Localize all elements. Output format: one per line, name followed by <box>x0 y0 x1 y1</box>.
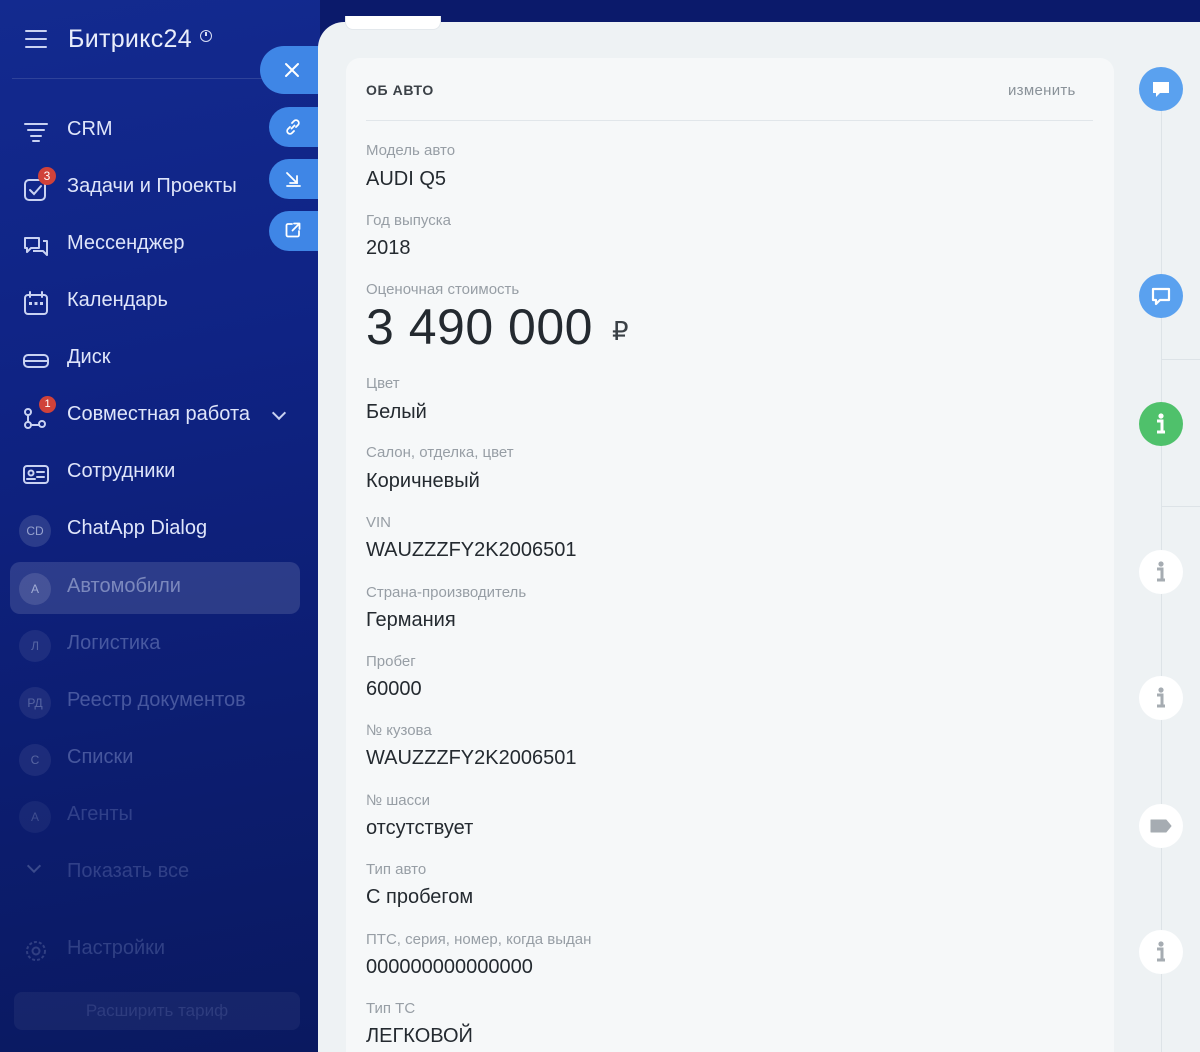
timeline-chat-icon[interactable] <box>1139 274 1183 318</box>
external-link-icon <box>285 222 301 238</box>
field-value-pts: 000000000000000 <box>366 956 533 978</box>
timeline-divider <box>1162 359 1200 360</box>
sidebar-item-calendar[interactable]: Календарь <box>10 276 300 328</box>
open-new-window-button[interactable] <box>269 211 322 251</box>
sidebar-item-collaboration[interactable]: 1 Совместная работа <box>10 390 300 442</box>
sidebar-item-label: Автомобили <box>67 575 181 597</box>
field-value-country: Германия <box>366 609 456 631</box>
timeline-comment-icon[interactable] <box>1139 67 1183 111</box>
sidebar-item-settings[interactable]: Настройки <box>10 924 300 976</box>
sidebar-item-label: Диск <box>67 346 111 368</box>
sidebar-show-all[interactable]: Показать все <box>10 847 300 899</box>
sidebar-item-employees[interactable]: Сотрудники <box>10 447 300 499</box>
gear-icon <box>26 941 46 961</box>
sidebar-item-label: Задачи и Проекты <box>67 175 237 197</box>
sidebar-item-label: Календарь <box>67 289 168 311</box>
sidebar-item-label: Списки <box>67 746 134 768</box>
field-value-color: Белый <box>366 401 427 423</box>
sidebar-item-label: Логистика <box>67 632 161 654</box>
sidebar-item-label: Реестр документов <box>67 689 246 711</box>
field-value-chassis-number: отсутствует <box>366 817 474 839</box>
link-icon <box>286 119 300 135</box>
tab-stub[interactable] <box>345 16 441 30</box>
sidebar-item-label: Мессенджер <box>67 232 185 254</box>
timeline-info-icon[interactable] <box>1139 550 1183 594</box>
disk-icon <box>23 354 49 368</box>
sidebar-item-disk[interactable]: Диск <box>10 333 300 385</box>
timeline-info-icon[interactable] <box>1139 402 1183 446</box>
field-label-mileage: Пробег <box>366 653 416 670</box>
sidebar-item-agents[interactable]: А Агенты <box>10 790 300 842</box>
sidebar-item-lists[interactable]: С Списки <box>10 733 300 785</box>
sidebar-item-label: ChatApp Dialog <box>67 517 208 539</box>
field-label-year: Год выпуска <box>366 212 451 229</box>
upgrade-plan-button[interactable]: Расширить тариф <box>14 992 300 1030</box>
chevron-down-icon <box>26 858 42 874</box>
brand-logo[interactable]: Битрикс24 <box>68 25 192 54</box>
initials-avatar: А <box>19 801 51 833</box>
clock-icon[interactable] <box>200 30 212 42</box>
field-value-interior: Коричневый <box>366 470 480 492</box>
sidebar-item-label: Показать все <box>67 860 190 882</box>
field-value-vehicle-type: ЛЕГКОВОЙ <box>366 1025 473 1047</box>
card-title: ОБ АВТО <box>366 82 434 98</box>
sidebar-item-label: Агенты <box>67 803 133 825</box>
sidebar-item-label: CRM <box>67 118 113 140</box>
sidebar-item-label: Сотрудники <box>67 460 176 482</box>
sidebar-item-messenger[interactable]: Мессенджер <box>10 219 300 271</box>
field-value-mileage: 60000 <box>366 678 422 700</box>
field-value-model: AUDI Q5 <box>366 168 447 190</box>
initials-avatar: С <box>19 744 51 776</box>
employees-card-icon <box>23 465 49 484</box>
copy-link-button[interactable] <box>269 107 322 147</box>
field-label-model: Модель авто <box>366 142 456 159</box>
messenger-chat-icon <box>24 237 48 256</box>
field-value-body-number: WAUZZZFY2K2006501 <box>366 747 577 769</box>
notification-badge: 1 <box>39 396 56 413</box>
minimize-slider-button[interactable] <box>269 159 322 199</box>
crm-funnel-icon <box>24 123 48 142</box>
sidebar-item-documents-registry[interactable]: РД Реестр документов <box>10 676 300 728</box>
notification-badge: 3 <box>38 167 56 185</box>
sidebar-item-label: Совместная работа <box>67 403 250 425</box>
arrow-down-right-icon <box>286 172 301 187</box>
menu-burger-icon[interactable] <box>25 30 47 48</box>
field-label-vehicle-type: Тип ТС <box>366 1000 416 1017</box>
close-icon <box>285 63 299 77</box>
sidebar-item-crm[interactable]: CRM <box>10 105 300 157</box>
field-label-car-type: Тип авто <box>366 861 427 878</box>
field-label-chassis-number: № шасси <box>366 792 431 809</box>
field-value-year: 2018 <box>366 237 411 259</box>
initials-avatar: РД <box>19 687 51 719</box>
sidebar-item-chatapp-dialog[interactable]: CD ChatApp Dialog <box>10 504 300 556</box>
sidebar-item-label: Настройки <box>67 937 166 959</box>
timeline-tag-icon[interactable] <box>1139 804 1183 848</box>
sidebar-item-cars[interactable]: А Автомобили <box>10 562 300 614</box>
field-label-interior: Салон, отделка, цвет <box>366 444 514 461</box>
timeline-info-icon[interactable] <box>1139 930 1183 974</box>
chevron-down-icon[interactable] <box>271 405 287 421</box>
currency-symbol: ₽ <box>612 316 629 346</box>
field-label-country: Страна-производитель <box>366 584 527 601</box>
left-sidebar: Битрикс24 CRM 3 Задачи и Проекты Мессенд… <box>0 0 320 1052</box>
divider <box>366 120 1093 121</box>
initials-avatar: А <box>19 573 51 605</box>
field-value-vin: WAUZZZFY2K2006501 <box>366 539 577 561</box>
initials-avatar: CD <box>19 515 51 547</box>
field-label-vin: VIN <box>366 514 392 531</box>
timeline-info-icon[interactable] <box>1139 676 1183 720</box>
edit-link[interactable]: изменить <box>1008 82 1076 99</box>
field-label-pts: ПТС, серия, номер, когда выдан <box>366 931 592 948</box>
timeline-divider <box>1162 506 1200 507</box>
field-value-price: 3 490 000 <box>366 299 593 355</box>
field-label-body-number: № кузова <box>366 722 432 739</box>
sidebar-item-tasks[interactable]: 3 Задачи и Проекты <box>10 162 300 214</box>
sidebar-item-logistics[interactable]: Л Логистика <box>10 619 300 671</box>
initials-avatar: Л <box>19 630 51 662</box>
field-value-car-type: С пробегом <box>366 886 474 908</box>
close-slider-button[interactable] <box>260 46 322 94</box>
calendar-icon <box>24 291 48 315</box>
field-label-color: Цвет <box>366 375 400 392</box>
field-label-price: Оценочная стоимость <box>366 281 520 298</box>
